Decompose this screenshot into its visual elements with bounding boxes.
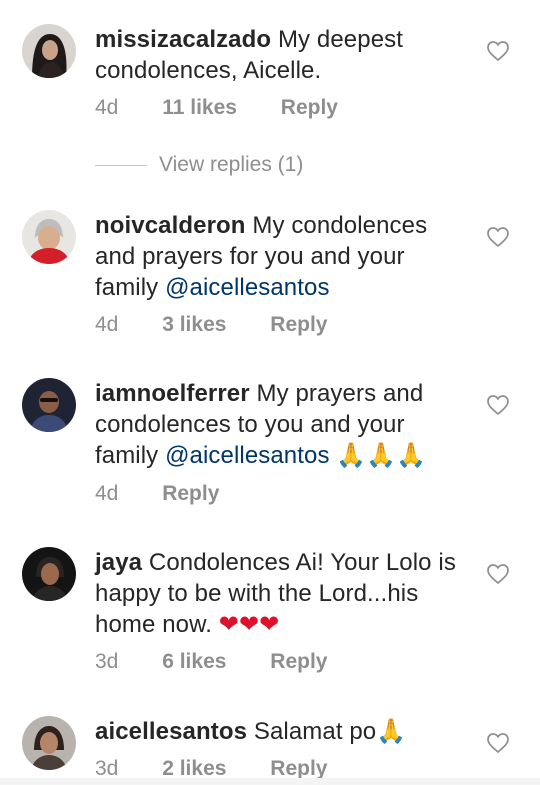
comment-username[interactable]: aicellesantos — [95, 718, 247, 745]
comment-meta: 4d 11 likes Reply — [95, 94, 376, 122]
heart-outline-icon — [487, 227, 509, 248]
user-avatar-icon — [22, 716, 76, 770]
comment-meta: 4d 3 likes Reply — [95, 311, 365, 339]
like-button[interactable] — [486, 40, 510, 62]
mention-link[interactable]: @aicellesantos — [165, 274, 330, 301]
comment-username[interactable]: jaya — [95, 549, 142, 576]
comment-likes[interactable]: 11 likes — [162, 96, 237, 119]
comment-time: 4d — [95, 482, 119, 505]
reply-button[interactable]: Reply — [281, 96, 338, 119]
avatar[interactable] — [22, 716, 76, 770]
comment-text: noivcalderon My condolences and prayers … — [95, 210, 470, 303]
comment-text: jaya Condolences Ai! Your Lolo is happy … — [95, 547, 470, 640]
comment-text: aicellesantos Salamat po🙏 — [95, 716, 470, 747]
user-avatar-icon — [22, 547, 76, 601]
comment-text: iamnoelferrer My prayers and condolences… — [95, 378, 470, 471]
comment-time: 4d — [95, 313, 119, 336]
user-avatar-icon — [22, 210, 76, 264]
heart-outline-icon — [487, 395, 509, 416]
like-button[interactable] — [486, 226, 510, 248]
like-button[interactable] — [486, 563, 510, 585]
heart-outline-icon — [487, 564, 509, 585]
bottom-divider — [0, 778, 540, 785]
comment-time: 4d — [95, 96, 119, 119]
comments-list: missizacalzado My deepest condolences, A… — [0, 0, 540, 785]
comment-body: Salamat po — [253, 718, 377, 745]
comment-likes[interactable]: 3 likes — [162, 313, 226, 336]
comment-username[interactable]: iamnoelferrer — [95, 380, 250, 407]
reply-button[interactable]: Reply — [270, 757, 327, 780]
comment-meta: 4d Reply — [95, 480, 257, 508]
view-replies-label: View replies (1) — [159, 153, 304, 176]
pray-emoji: 🙏🙏🙏 — [336, 441, 427, 469]
reply-button[interactable]: Reply — [270, 313, 327, 336]
user-avatar-icon — [22, 378, 76, 432]
reply-button[interactable]: Reply — [270, 650, 327, 673]
divider-line — [95, 164, 147, 166]
heart-emoji: ❤❤❤ — [218, 610, 280, 638]
comment-username[interactable]: noivcalderon — [95, 212, 246, 239]
comment-likes[interactable]: 6 likes — [162, 650, 226, 673]
comment-time: 3d — [95, 650, 119, 673]
avatar[interactable] — [22, 378, 76, 432]
comment-text: missizacalzado My deepest condolences, A… — [95, 24, 470, 86]
avatar[interactable] — [22, 547, 76, 601]
avatar[interactable] — [22, 210, 76, 264]
view-replies-button[interactable]: View replies (1) — [95, 150, 303, 180]
like-button[interactable] — [486, 394, 510, 416]
mention-link[interactable]: @aicellesantos — [165, 442, 330, 469]
comment-meta: 3d 6 likes Reply — [95, 648, 365, 676]
heart-outline-icon — [487, 41, 509, 62]
heart-outline-icon — [487, 733, 509, 754]
comment-time: 3d — [95, 757, 119, 780]
comment-likes[interactable]: 2 likes — [162, 757, 226, 780]
like-button[interactable] — [486, 732, 510, 754]
avatar[interactable] — [22, 24, 76, 78]
user-avatar-icon — [22, 24, 76, 78]
comment-username[interactable]: missizacalzado — [95, 26, 271, 53]
pray-emoji: 🙏 — [376, 717, 407, 745]
reply-button[interactable]: Reply — [162, 482, 219, 505]
